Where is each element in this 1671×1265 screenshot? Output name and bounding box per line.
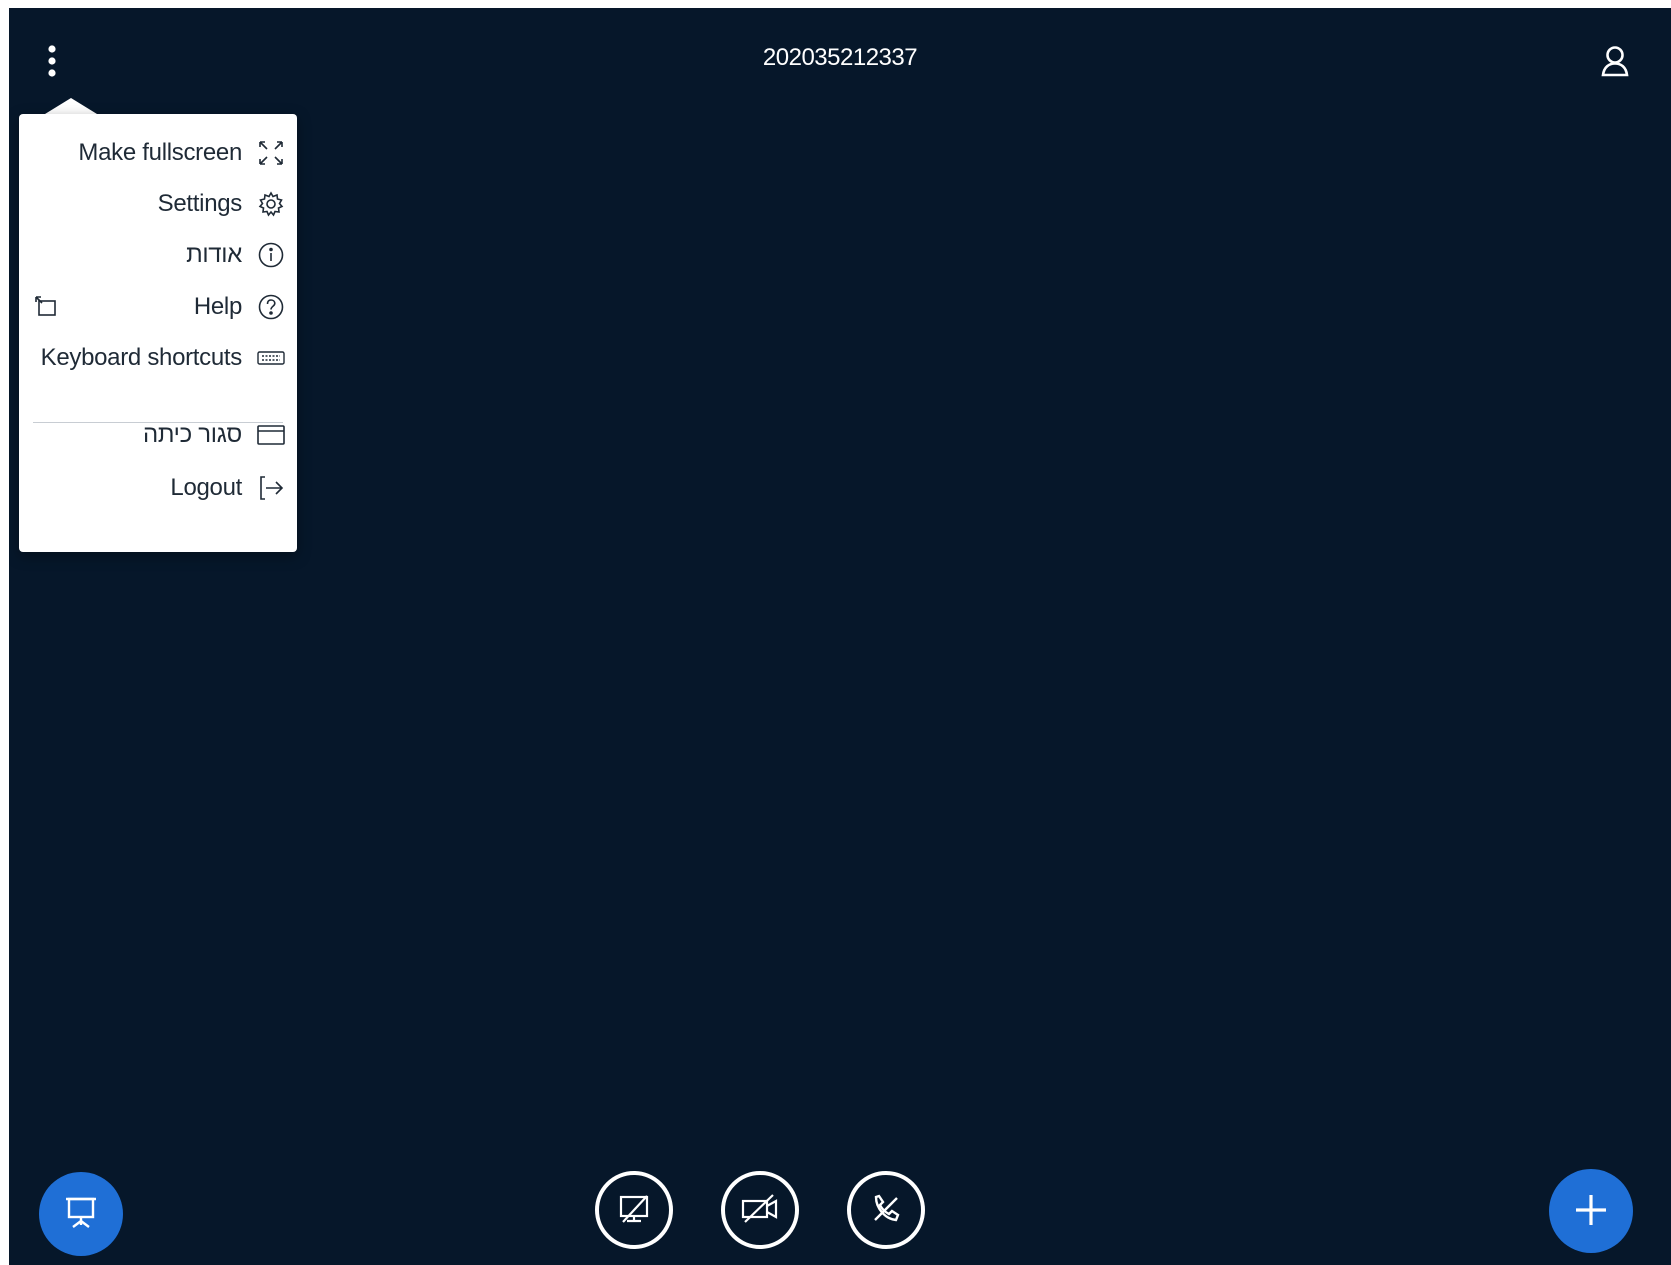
video-button[interactable] (721, 1171, 799, 1249)
meeting-app: 202035212337 Make fullscreen Settings או… (9, 8, 1671, 1265)
menu-item-label: Make fullscreen (78, 139, 242, 166)
menu-item-logout[interactable]: Logout (19, 465, 297, 511)
menu-item-label: אודות (186, 241, 242, 268)
menu-item-help[interactable]: Help (19, 284, 297, 330)
presentation-button[interactable] (39, 1172, 123, 1256)
menu-item-keyboard-shortcuts[interactable]: Keyboard shortcuts (19, 335, 297, 381)
share-screen-button[interactable] (595, 1171, 673, 1249)
menu-item-about[interactable]: אודות (19, 232, 297, 278)
video-off-icon (739, 1192, 781, 1229)
menu-item-fullscreen[interactable]: Make fullscreen (19, 130, 297, 176)
menu-item-label: Logout (170, 474, 242, 501)
menu-item-end-meeting[interactable]: סגור כיתה (19, 412, 297, 458)
actions-button[interactable] (1549, 1169, 1633, 1253)
fullscreen-icon (255, 137, 287, 169)
meeting-title: 202035212337 (762, 44, 918, 71)
external-link-icon (31, 292, 61, 322)
screenshare-off-icon (615, 1192, 653, 1229)
menu-caret (45, 98, 97, 114)
plus-icon (1571, 1190, 1611, 1233)
help-icon (255, 291, 287, 323)
user-list-button[interactable] (1594, 40, 1636, 84)
audio-button[interactable] (847, 1171, 925, 1249)
menu-item-label: Settings (157, 190, 243, 217)
menu-item-settings[interactable]: Settings (19, 181, 297, 227)
phone-off-icon (867, 1190, 905, 1231)
window-icon (255, 419, 287, 451)
keyboard-icon (255, 342, 287, 374)
presentation-icon (61, 1193, 101, 1236)
menu-item-label: Keyboard shortcuts (40, 344, 243, 371)
gear-icon (255, 188, 287, 220)
user-icon (1600, 44, 1630, 81)
logout-icon (255, 472, 287, 504)
options-dropdown-menu: Make fullscreen Settings אודות Help Keyb… (19, 114, 297, 552)
info-icon (255, 239, 287, 271)
menu-item-label: סגור כיתה (142, 421, 242, 448)
menu-item-label: Help (193, 293, 242, 320)
